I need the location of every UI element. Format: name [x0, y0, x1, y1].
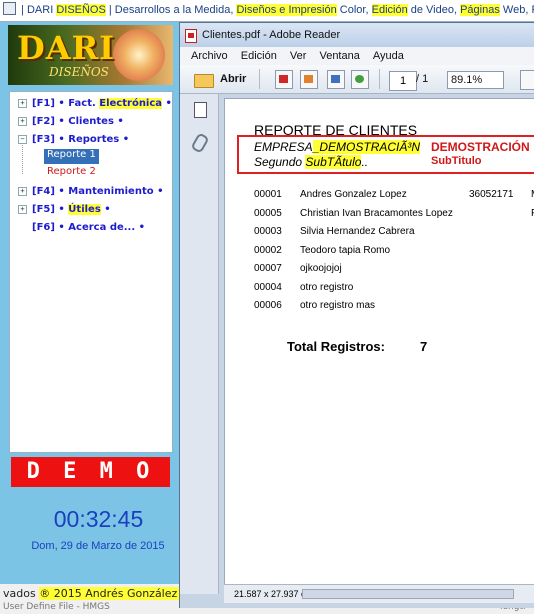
reader-toolbar: Abrir / 1 89.1%▼ — [180, 65, 534, 94]
edit-pdf-icon[interactable] — [327, 70, 345, 89]
zoom-value: 89.1% — [451, 74, 483, 86]
status-text: User Define File - HMGS — [3, 602, 110, 612]
fullscreen-icon[interactable] — [520, 70, 534, 90]
menu-item-label: [F6] • Acerca de... • — [32, 222, 146, 233]
collapse-icon[interactable]: − — [18, 135, 27, 144]
menu-item-reporte-1[interactable]: Reporte 1 — [44, 149, 99, 164]
menu-archivo[interactable]: Archivo — [191, 50, 228, 62]
highlight-box — [237, 135, 534, 174]
toolbar-separator — [259, 69, 260, 89]
banner-text: Color, — [336, 4, 372, 16]
menu-item-reporte-2[interactable]: Reporte 2 — [44, 166, 99, 181]
page-total: / 1 — [416, 73, 429, 85]
export-pdf-icon[interactable] — [300, 70, 318, 89]
navigation-tree: + [F1] • Fact. Electrónica • + [F2] • Cl… — [9, 91, 173, 453]
dari-logo: DARI DISEÑOS — [8, 25, 173, 85]
clock: 00:32:45 — [53, 506, 144, 532]
window-title: Clientes.pdf - Adobe Reader — [202, 29, 341, 41]
expand-icon[interactable]: + — [18, 205, 27, 214]
menu-ver[interactable]: Ver — [290, 50, 307, 62]
demo-banner: D E M O — [11, 457, 170, 487]
expand-icon[interactable]: + — [18, 187, 27, 196]
pdf-icon — [185, 29, 197, 43]
menu-item-label: [F1] • Fact. Electrónica • — [32, 98, 172, 109]
app-title-banner: | DARI DISEÑOS | Desarrollos a la Medida… — [0, 0, 534, 22]
app-icon — [3, 2, 16, 15]
banner-text: Edición — [371, 4, 408, 16]
page-number-input[interactable] — [389, 71, 417, 91]
open-folder-icon[interactable] — [193, 69, 214, 89]
adobe-reader-window: Clientes.pdf - Adobe Reader Archivo Edic… — [179, 22, 534, 608]
menu-item-label: [F2] • Clientes • — [32, 116, 124, 127]
horizontal-scrollbar[interactable] — [302, 589, 514, 599]
menu-ventana[interactable]: Ventana — [319, 50, 359, 62]
banner-text: Diseños e Impresión — [236, 4, 337, 16]
upload-cloud-icon[interactable] — [351, 70, 369, 89]
expand-icon[interactable]: + — [18, 117, 27, 126]
create-pdf-icon[interactable] — [275, 70, 293, 89]
open-button[interactable]: Abrir — [220, 73, 246, 85]
expand-icon[interactable]: + — [18, 99, 27, 108]
reader-menubar: Archivo Edición Ver Ventana Ayuda — [180, 47, 534, 65]
pages-thumbnails-icon[interactable] — [194, 99, 211, 118]
menu-item-label: [F3] • Reportes • — [32, 134, 130, 145]
banner-text: de Video, — [407, 4, 461, 16]
banner-text: Web, Puntos de Venta, C — [502, 4, 534, 16]
menu-ayuda[interactable]: Ayuda — [373, 50, 404, 62]
logo-subtext: DISEÑOS — [49, 65, 109, 79]
pdf-page: REPORTE DE CLIENTES EMPRESA_DEMOSTRACIÃ³… — [224, 98, 534, 585]
zoom-select[interactable]: 89.1%▼ — [447, 71, 504, 89]
total-label: Total Registros: — [287, 339, 385, 354]
menu-item-label: [F4] • Mantenimiento • — [32, 186, 164, 197]
date-label: Dom, 29 de Marzo de 2015 — [31, 540, 165, 552]
total-value: 7 — [420, 339, 428, 354]
toolbar-separator — [379, 69, 380, 89]
reader-titlebar: Clientes.pdf - Adobe Reader — [180, 23, 534, 47]
menu-edicion[interactable]: Edición — [241, 50, 277, 62]
flower-image — [113, 29, 165, 81]
banner-text: DISEÑOS — [56, 4, 106, 16]
menu-item-label: [F5] • Útiles • — [32, 204, 111, 215]
banner-text: Páginas — [460, 4, 500, 16]
banner-text: | Desarrollos a la Medida, — [105, 4, 237, 16]
logo-text: DARI — [17, 29, 116, 67]
copyright-text: vados ® 2015 Andrés González L — [3, 587, 187, 600]
reader-sidebar — [180, 94, 219, 594]
attachment-clip-icon[interactable] — [190, 132, 210, 154]
banner-text: | DARI — [18, 4, 57, 16]
